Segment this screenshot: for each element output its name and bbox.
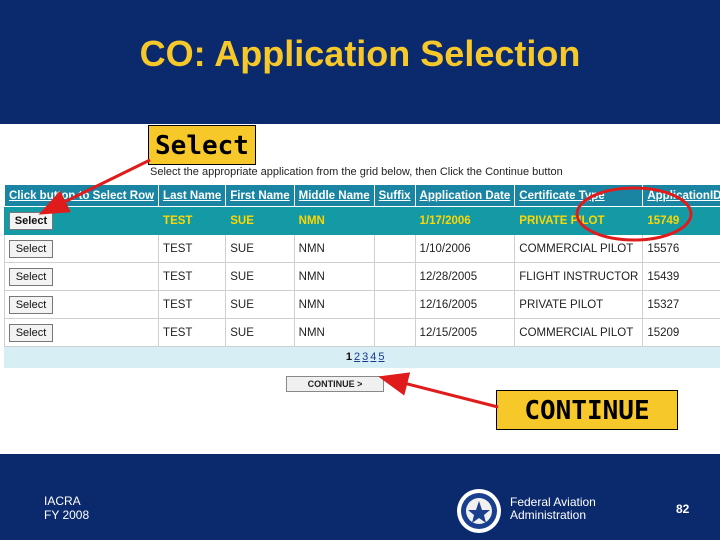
table-row[interactable]: Select TEST SUE NMN 1/17/2006 PRIVATE PI… — [3, 206, 720, 235]
cell-application-date: 12/16/2005 — [414, 290, 516, 319]
cell-application-id: 15327 — [642, 290, 720, 319]
col-application-date[interactable]: Application Date — [414, 184, 516, 207]
col-suffix[interactable]: Suffix — [373, 184, 416, 207]
cell-first-name: SUE — [225, 234, 295, 263]
table-row[interactable]: Select TEST SUE NMN 12/28/2005 FLIGHT IN… — [3, 262, 720, 291]
select-callout: Select — [148, 125, 256, 165]
cell-certificate-type: FLIGHT INSTRUCTOR — [514, 262, 644, 291]
continue-callout: CONTINUE — [496, 390, 678, 430]
cell-certificate-type: COMMERCIAL PILOT — [514, 234, 644, 263]
cell-application-date: 12/15/2005 — [414, 318, 516, 347]
col-certificate-type[interactable]: Certificate Type — [514, 184, 644, 207]
col-middle-name[interactable]: Middle Name — [293, 184, 375, 207]
table-row[interactable]: Select TEST SUE NMN 12/16/2005 PRIVATE P… — [3, 290, 720, 319]
agency-name-line2: Administration — [510, 508, 587, 522]
cell-last-name: TEST — [158, 318, 227, 347]
footer-bar — [0, 462, 720, 540]
page-link-current[interactable]: 1 — [346, 351, 352, 363]
footer-program: IACRA — [44, 494, 81, 508]
cell-middle-name: NMN — [293, 262, 375, 291]
cell-application-date: 1/10/2006 — [414, 234, 516, 263]
cell-first-name: SUE — [225, 290, 295, 319]
footer-left: IACRA FY 2008 — [44, 494, 89, 522]
cell-suffix — [373, 234, 416, 263]
cell-suffix — [373, 318, 416, 347]
table-row[interactable]: Select TEST SUE NMN 1/10/2006 COMMERCIAL… — [3, 234, 720, 263]
cell-last-name: TEST — [158, 290, 227, 319]
application-grid: Click button to Select Row Last Name Fir… — [3, 184, 720, 368]
pager-row: 12345 — [3, 346, 720, 368]
page-number: 82 — [676, 502, 690, 516]
slide-title: CO: Application Selection — [139, 33, 581, 74]
page-link[interactable]: 3 — [362, 351, 368, 363]
cell-application-id: 15439 — [642, 262, 720, 291]
page-link[interactable]: 4 — [370, 351, 376, 363]
cell-middle-name: NMN — [293, 206, 375, 235]
cell-first-name: SUE — [225, 206, 295, 235]
select-row-button[interactable]: Select — [9, 267, 53, 286]
page-link[interactable]: 5 — [378, 351, 384, 363]
col-select-row[interactable]: Click button to Select Row — [3, 184, 160, 207]
select-row-button[interactable]: Select — [9, 295, 53, 314]
cell-application-date: 1/17/2006 — [414, 206, 516, 235]
cell-last-name: TEST — [158, 262, 227, 291]
cell-application-id: 15576 — [642, 234, 720, 263]
col-application-id[interactable]: ApplicationID — [642, 184, 720, 207]
cell-last-name: TEST — [158, 206, 227, 235]
cell-certificate-type: PRIVATE PILOT — [514, 290, 644, 319]
cell-application-id: 15749 — [642, 206, 720, 235]
continue-button[interactable]: CONTINUE > — [286, 376, 384, 392]
cell-last-name: TEST — [158, 234, 227, 263]
select-row-button[interactable]: Select — [9, 323, 53, 342]
cell-certificate-type: PRIVATE PILOT — [514, 206, 644, 235]
cell-certificate-type: COMMERCIAL PILOT — [514, 318, 644, 347]
cell-middle-name: NMN — [293, 290, 375, 319]
cell-suffix — [373, 206, 416, 235]
page-link[interactable]: 2 — [354, 351, 360, 363]
cell-application-date: 12/28/2005 — [414, 262, 516, 291]
cell-middle-name: NMN — [293, 318, 375, 347]
footer-year: FY 2008 — [44, 508, 90, 522]
grid-header-row: Click button to Select Row Last Name Fir… — [3, 184, 720, 207]
cell-suffix — [373, 262, 416, 291]
cell-first-name: SUE — [225, 318, 295, 347]
agency-name: Federal Aviation Administration — [510, 496, 596, 522]
pager: 12345 — [3, 346, 720, 368]
cell-middle-name: NMN — [293, 234, 375, 263]
select-row-button[interactable]: Select — [9, 211, 53, 230]
table-row[interactable]: Select TEST SUE NMN 12/15/2005 COMMERCIA… — [3, 318, 720, 347]
col-last-name[interactable]: Last Name — [158, 184, 227, 207]
col-first-name[interactable]: First Name — [225, 184, 295, 207]
instruction-text: Select the appropriate application from … — [150, 166, 563, 178]
cell-application-id: 15209 — [642, 318, 720, 347]
select-row-button[interactable]: Select — [9, 239, 53, 258]
cell-suffix — [373, 290, 416, 319]
cell-first-name: SUE — [225, 262, 295, 291]
faa-seal-icon — [457, 489, 501, 533]
